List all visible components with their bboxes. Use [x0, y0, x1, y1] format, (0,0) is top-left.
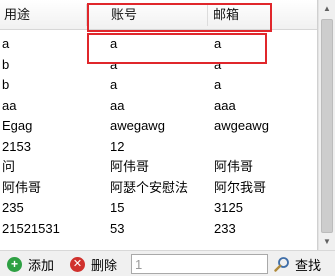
- cell-email[interactable]: 3125: [214, 198, 314, 218]
- delete-button-label: 删除: [91, 257, 118, 273]
- table-row[interactable]: 235 15 3125: [0, 198, 317, 218]
- cell-account[interactable]: a: [110, 75, 210, 95]
- scroll-down-arrow-icon[interactable]: ▼: [319, 233, 335, 250]
- column-header-purpose[interactable]: 用途: [0, 0, 86, 30]
- add-button-label: 添加: [28, 257, 55, 273]
- cell-email[interactable]: [214, 137, 314, 157]
- cell-purpose[interactable]: 阿伟哥: [2, 178, 102, 198]
- search-input[interactable]: [131, 254, 268, 274]
- cell-purpose[interactable]: b: [2, 75, 102, 95]
- scroll-thumb[interactable]: [321, 19, 333, 233]
- cell-account[interactable]: awegawg: [110, 116, 210, 136]
- cell-account[interactable]: 12: [110, 137, 210, 157]
- delete-button[interactable]: ✕ 删除: [70, 254, 117, 274]
- table-row[interactable]: 问阿伟哥 阿伟哥: [0, 157, 317, 177]
- cell-email[interactable]: aaa: [214, 96, 314, 116]
- cell-purpose[interactable]: 235: [2, 198, 102, 218]
- search-button-label: 查找: [295, 257, 322, 273]
- cell-purpose[interactable]: 21521531: [2, 219, 102, 239]
- table-row[interactable]: 阿伟哥 阿瑟个安慰法 阿尔我哥: [0, 178, 317, 198]
- cell-purpose[interactable]: 2153: [2, 137, 102, 157]
- table-row[interactable]: aa aa aaa: [0, 96, 317, 116]
- cell-account[interactable]: 阿伟哥: [110, 157, 210, 177]
- plus-circle-icon: +: [7, 256, 22, 272]
- search-button[interactable]: 查找: [274, 254, 321, 274]
- scroll-up-arrow-icon[interactable]: ▲: [319, 0, 335, 17]
- cell-account[interactable]: 15: [110, 198, 210, 218]
- data-grid-window: 用途 账号 邮箱 a a a b a a b a a aa aa aaa Egag awegawg awge…: [0, 0, 335, 276]
- cell-email[interactable]: 阿尔我哥: [214, 178, 314, 198]
- cell-account[interactable]: aa: [110, 96, 210, 116]
- cell-email[interactable]: a: [214, 75, 314, 95]
- cell-email[interactable]: 阿伟哥: [214, 157, 314, 177]
- header-highlight-box: [87, 3, 272, 32]
- cell-purpose[interactable]: 问: [2, 157, 102, 177]
- cell-purpose[interactable]: Egag: [2, 116, 102, 136]
- cell-account[interactable]: 53: [110, 219, 210, 239]
- cell-account[interactable]: 阿瑟个安慰法: [110, 178, 210, 198]
- row-highlight-box: [87, 33, 267, 64]
- add-button[interactable]: + 添加: [7, 254, 54, 274]
- vertical-scrollbar[interactable]: ▲ ▼: [318, 0, 335, 250]
- table-row[interactable]: 21521531 53 233: [0, 219, 317, 239]
- cell-purpose[interactable]: aa: [2, 96, 102, 116]
- cell-email[interactable]: awgeawg: [214, 116, 314, 136]
- table-row[interactable]: 2153 12: [0, 137, 317, 157]
- x-circle-icon: ✕: [70, 256, 85, 272]
- table-row[interactable]: Egag awegawg awgeawg: [0, 116, 317, 136]
- magnifier-icon: [274, 257, 289, 272]
- table-row[interactable]: baa: [0, 75, 317, 95]
- bottom-toolbar: + 添加 ✕ 删除 查找: [0, 250, 335, 276]
- cell-email[interactable]: 233: [214, 219, 314, 239]
